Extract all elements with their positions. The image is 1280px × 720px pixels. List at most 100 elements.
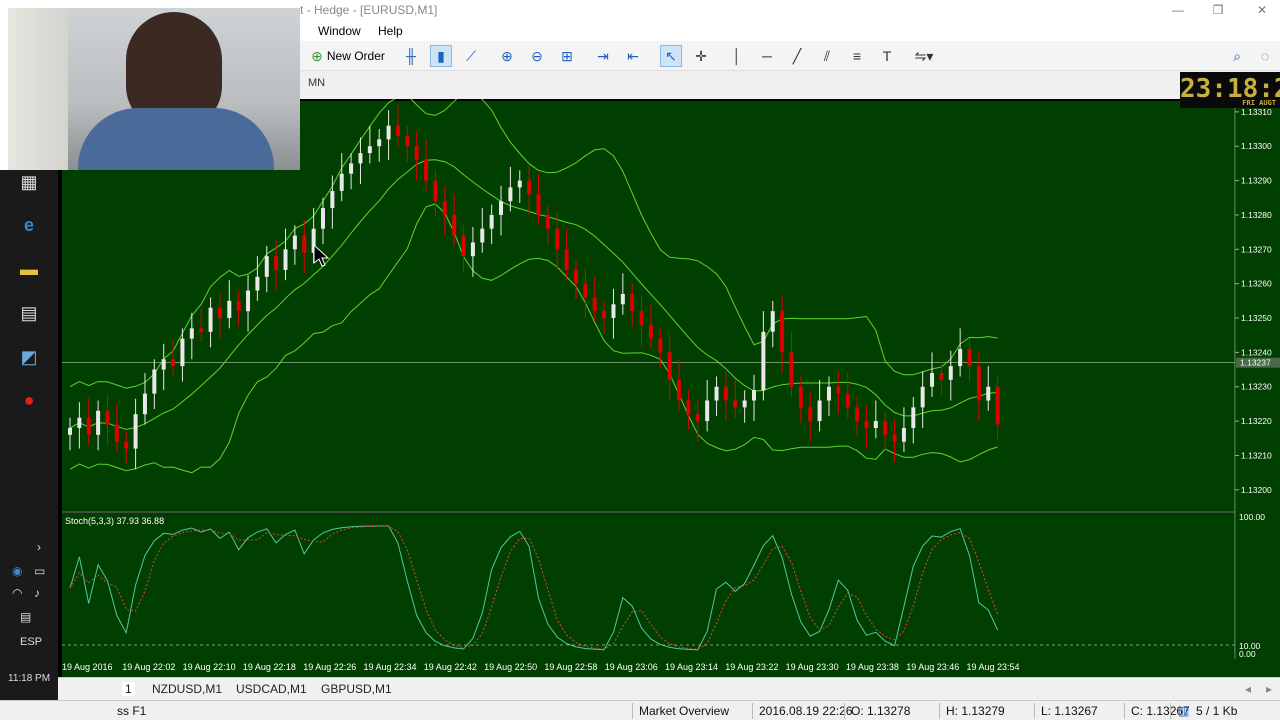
- x-tick-label: 19 Aug 23:06: [605, 662, 658, 672]
- candle-body: [855, 407, 860, 422]
- candle-body: [911, 407, 916, 428]
- chart-window[interactable]: 1.13310 1.13300 1.13290 1.13280 1.13270 1.132…: [58, 92, 1280, 677]
- battery-icon[interactable]: ▭: [34, 564, 45, 578]
- text-label-icon[interactable]: T: [876, 45, 898, 67]
- period-mn-button[interactable]: MN: [308, 77, 325, 89]
- status-help: ss F1: [117, 704, 147, 718]
- notifications-icon[interactable]: ▤: [20, 610, 31, 624]
- close-button[interactable]: ✕: [1248, 2, 1276, 19]
- line-chart-icon[interactable]: ⟋: [460, 45, 482, 67]
- crosshair-icon[interactable]: ✛: [690, 45, 712, 67]
- candle-body: [77, 417, 82, 428]
- tile-windows-icon[interactable]: ⊞: [556, 45, 578, 67]
- status-separator: [844, 703, 845, 719]
- chat-icon[interactable]: ◌: [1254, 45, 1276, 67]
- candle-body: [424, 159, 429, 181]
- candle-body: [602, 311, 607, 319]
- tab-scroll-left-icon[interactable]: ◂: [1245, 682, 1251, 696]
- wifi-icon[interactable]: ◠: [12, 586, 22, 600]
- zoom-in-icon[interactable]: ⊕: [496, 45, 518, 67]
- tray-app-icon[interactable]: ◉: [12, 564, 22, 578]
- candle-body: [667, 352, 672, 380]
- x-tick-label: 19 Aug 22:02: [122, 662, 175, 672]
- equidistant-channel-icon[interactable]: ⫽: [816, 45, 838, 67]
- horizontal-line-icon[interactable]: ─: [756, 45, 778, 67]
- trendline-icon[interactable]: ╱: [786, 45, 808, 67]
- candle-body: [142, 393, 147, 415]
- expand-tray-icon[interactable]: ›: [37, 540, 41, 554]
- calendar-icon[interactable]: ▦: [17, 170, 41, 194]
- status-high: H: 1.13279: [946, 704, 1005, 718]
- candle-body: [564, 249, 569, 270]
- stoch-panel: [62, 513, 1235, 659]
- x-tick-label: 19 Aug 23:14: [665, 662, 718, 672]
- zoom-out-icon[interactable]: ⊖: [526, 45, 548, 67]
- new-order-icon: ⊕: [311, 47, 323, 64]
- arrows-dropdown-icon[interactable]: ⇋▾: [908, 45, 940, 67]
- x-tick-label: 19 Aug 22:26: [303, 662, 356, 672]
- file-explorer-icon[interactable]: ▬: [17, 257, 41, 281]
- tab-current[interactable]: 1: [122, 682, 135, 696]
- menu-help[interactable]: Help: [378, 24, 403, 38]
- candle-body: [236, 300, 241, 312]
- vertical-line-icon[interactable]: │: [726, 45, 748, 67]
- candle-body: [826, 386, 831, 401]
- candle-body: [611, 304, 616, 319]
- webcam-overlay: [8, 8, 300, 170]
- candle-body: [845, 393, 850, 408]
- candle-body: [836, 386, 841, 394]
- edge-browser-icon[interactable]: e: [17, 213, 41, 237]
- y-tick-label: 1.13280: [1241, 210, 1272, 220]
- candle-body: [105, 410, 110, 425]
- taskbar-time[interactable]: 11:18 PM: [8, 673, 50, 684]
- search-icon[interactable]: ⌕: [1226, 45, 1248, 67]
- candle-body: [873, 421, 878, 428]
- candle-body: [180, 338, 185, 367]
- tab-gbpusd[interactable]: GBPUSD,M1: [321, 682, 392, 696]
- y-tick-label: 1.13300: [1241, 141, 1272, 151]
- chart-shift-icon[interactable]: ⇤: [622, 45, 644, 67]
- period-bar: MN: [300, 71, 1280, 99]
- candle-body: [648, 324, 653, 339]
- stoch-level-0-label: 0.00: [1239, 649, 1256, 659]
- record-icon[interactable]: ●: [17, 388, 41, 412]
- candle-body: [480, 228, 485, 243]
- candle-body: [798, 386, 803, 408]
- bar-chart-icon[interactable]: ╫: [400, 45, 422, 67]
- candle-body: [283, 249, 288, 270]
- volume-icon[interactable]: ♪: [34, 586, 40, 600]
- x-tick-label: 19 Aug 22:10: [183, 662, 236, 672]
- toolbar: ⊕ New Order ╫ ▮ ⟋ ⊕ ⊖ ⊞ ⇥ ⇤ ↖ ✛ │ ─ ╱ ⫽ …: [300, 41, 1280, 71]
- y-tick-label: 1.13220: [1241, 416, 1272, 426]
- candle-body: [133, 414, 138, 449]
- app-icon[interactable]: ◩: [17, 345, 41, 369]
- status-traffic[interactable]: 5 / 1 Kb: [1196, 704, 1237, 718]
- status-profile[interactable]: Market Overview: [639, 704, 729, 718]
- cursor-icon[interactable]: ↖: [660, 45, 682, 67]
- language-indicator[interactable]: ESP: [20, 636, 42, 648]
- candle-body: [761, 331, 766, 391]
- candlestick-icon[interactable]: ▮: [430, 45, 452, 67]
- candle-body: [658, 338, 663, 353]
- connection-icon[interactable]: ▥: [1178, 704, 1189, 718]
- tab-nzdusd[interactable]: NZDUSD,M1: [152, 682, 222, 696]
- candle-body: [789, 352, 794, 387]
- candle-body: [986, 386, 991, 401]
- tab-usdcad[interactable]: USDCAD,M1: [236, 682, 307, 696]
- x-tick-label: 19 Aug 22:58: [544, 662, 597, 672]
- auto-scroll-icon[interactable]: ⇥: [592, 45, 614, 67]
- stoch-label: Stoch(5,3,3) 37.93 36.88: [65, 516, 164, 526]
- minimize-button[interactable]: —: [1164, 2, 1192, 19]
- y-tick-label: 1.13250: [1241, 313, 1272, 323]
- fibonacci-icon[interactable]: ≡: [846, 45, 868, 67]
- candle-body: [536, 194, 541, 215]
- menu-window[interactable]: Window: [318, 24, 361, 38]
- candle-body: [770, 311, 775, 332]
- new-order-button[interactable]: ⊕ New Order: [308, 45, 388, 67]
- restore-button[interactable]: ❐: [1204, 2, 1232, 19]
- status-open: O: 1.13278: [851, 704, 911, 718]
- stoch-level-100-label: 100.00: [1239, 512, 1265, 522]
- calculator-icon[interactable]: ▤: [17, 301, 41, 325]
- tab-scroll-right-icon[interactable]: ▸: [1266, 682, 1272, 696]
- price-chart[interactable]: 1.13310 1.13300 1.13290 1.13280 1.13270 1.132…: [58, 92, 1280, 677]
